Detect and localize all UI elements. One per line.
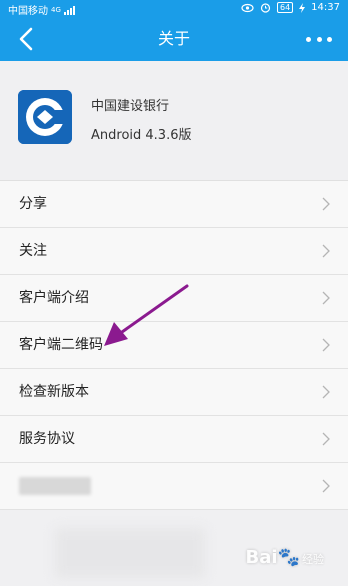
menu-item-client-qrcode[interactable]: 客户端二维码 (0, 322, 348, 369)
status-bar: 中国移动 4G 64 14:37 (0, 0, 348, 17)
battery-level: 64 (279, 3, 291, 12)
app-name: 中国建设银行 (91, 99, 170, 114)
redacted-label (19, 477, 91, 495)
chevron-right-icon (322, 432, 330, 446)
carrier-label: 中国移动 (8, 6, 48, 17)
network-label: 4G (51, 5, 61, 14)
battery-icon: 64 (276, 2, 294, 13)
app-logo-icon (18, 90, 72, 144)
more-dots-icon (306, 36, 311, 42)
menu-item-service-agreement[interactable]: 服务协议 (0, 416, 348, 463)
menu-item-label: 服务协议 (19, 431, 75, 447)
watermark-suffix: 经验 (302, 553, 324, 566)
chevron-right-icon (322, 244, 330, 258)
charging-icon (299, 2, 306, 13)
more-button[interactable] (306, 28, 332, 50)
watermark-brand: Bai (245, 547, 278, 568)
menu-item-label: 分享 (19, 196, 47, 212)
chevron-right-icon (322, 479, 330, 493)
menu-item-client-intro[interactable]: 客户端介绍 (0, 275, 348, 322)
menu-item-redacted[interactable] (0, 463, 348, 510)
redacted-area (55, 528, 205, 578)
menu-item-share[interactable]: 分享 (0, 181, 348, 228)
menu-item-label: 客户端介绍 (19, 290, 89, 306)
menu-item-label: 关注 (19, 243, 47, 259)
paw-icon: 🐾 (277, 547, 300, 568)
menu-item-check-update[interactable]: 检查新版本 (0, 369, 348, 416)
alarm-icon (260, 3, 271, 13)
app-version: Android 4.3.6版 (91, 128, 192, 143)
nav-bar: 关于 (0, 16, 348, 61)
watermark-logo: Bai🐾 经验 (246, 547, 324, 568)
menu-item-label: 检查新版本 (19, 384, 89, 400)
chevron-right-icon (322, 291, 330, 305)
eye-icon (241, 3, 254, 12)
menu-item-label: 客户端二维码 (19, 337, 103, 353)
chevron-right-icon (322, 197, 330, 211)
chevron-right-icon (322, 385, 330, 399)
chevron-right-icon (322, 338, 330, 352)
menu-item-follow[interactable]: 关注 (0, 228, 348, 275)
settings-menu: 分享 关注 客户端介绍 客户端二维码 检查新版本 服务协议 (0, 180, 348, 510)
clock-time: 14:37 (311, 2, 340, 13)
app-info: 中国建设银行 Android 4.3.6版 (0, 61, 348, 174)
signal-icon (63, 5, 75, 15)
status-left: 中国移动 4G (8, 2, 75, 17)
status-right: 64 14:37 (241, 2, 340, 13)
page-title: 关于 (157, 29, 190, 48)
